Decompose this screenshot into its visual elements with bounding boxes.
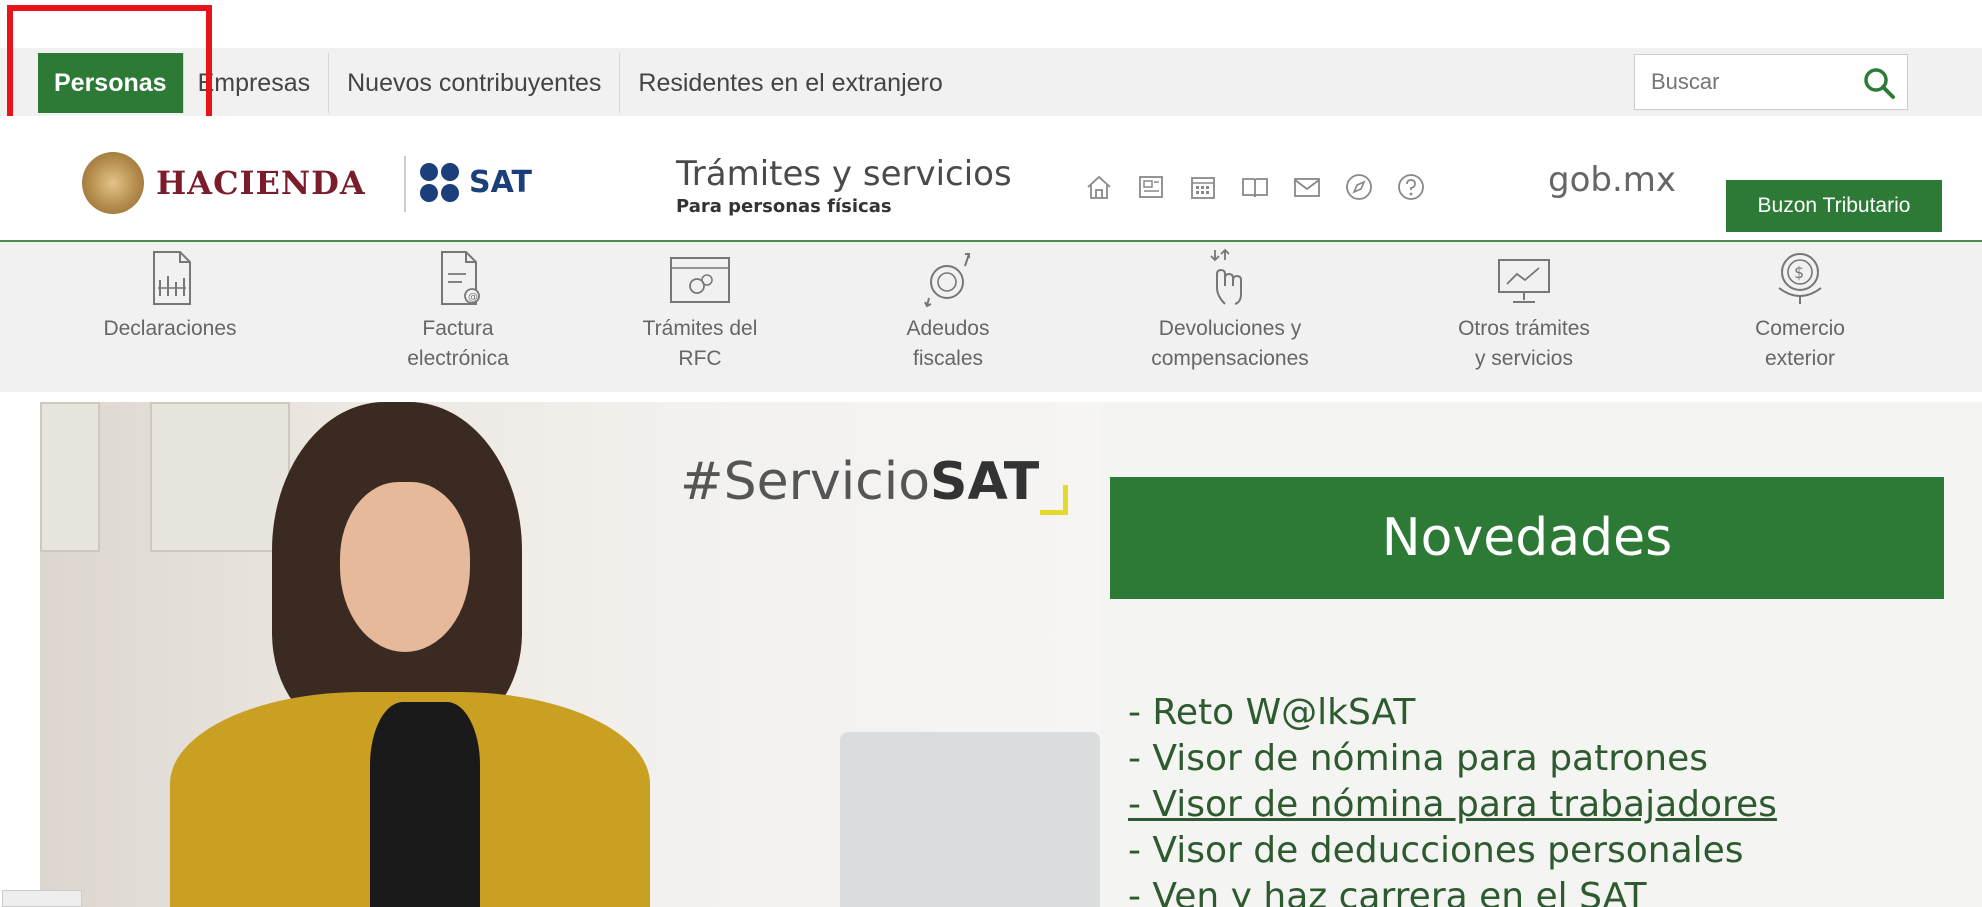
list-item-visor-deducciones[interactable]: - Visor de deducciones personales — [1128, 828, 1777, 874]
category-label: Declaraciones — [103, 317, 237, 340]
site-header: HACIENDA SAT Trámites y servicios Para p… — [0, 116, 1982, 242]
adeudos-icon — [924, 253, 970, 308]
laptop-image — [840, 732, 1100, 907]
calendar-icon[interactable] — [1188, 172, 1218, 202]
svg-text:@: @ — [468, 292, 478, 303]
otros-tramites-icon — [1498, 259, 1550, 303]
declaraciones-icon — [153, 251, 191, 305]
tab-nuevos-contribuyentes[interactable]: Nuevos contribuyentes — [329, 53, 621, 113]
search-input[interactable] — [1635, 55, 1845, 109]
sat-dots-icon — [420, 162, 459, 202]
logo-divider — [404, 156, 406, 212]
rfc-icon — [670, 257, 730, 303]
image-watermark — [2, 890, 82, 907]
svg-text:$: $ — [1794, 263, 1804, 282]
tab-residentes-extranjero[interactable]: Residentes en el extranjero — [620, 53, 960, 113]
search-box — [1634, 54, 1908, 110]
category-adeudos-fiscales[interactable]: Adeudos fiscales — [848, 242, 1048, 392]
hashtag-bold: SAT — [930, 452, 1040, 512]
list-item-carrera-sat[interactable]: - Ven y haz carrera en el SAT — [1128, 874, 1777, 907]
page-title: Trámites y servicios — [676, 154, 1012, 194]
list-item-reto-walksat[interactable]: - Reto W@lkSAT — [1128, 690, 1777, 736]
sat-logo[interactable]: SAT — [420, 152, 620, 212]
page-subtitle: Para personas físicas — [676, 196, 892, 217]
category-label: Adeudos fiscales — [906, 317, 990, 370]
novedades-banner: Novedades — [1110, 477, 1944, 599]
document-icon[interactable] — [1136, 172, 1166, 202]
hashtag-servicio-sat: #ServicioSAT — [680, 452, 1039, 512]
mail-icon[interactable] — [1292, 172, 1322, 202]
factura-icon: @ — [441, 251, 480, 305]
hacienda-wordmark: HACIENDA — [156, 164, 366, 202]
hacienda-logo[interactable]: HACIENDA — [82, 148, 382, 218]
category-otros-tramites[interactable]: Otros trámites y servicios — [1404, 242, 1644, 392]
sat-wordmark: SAT — [469, 164, 532, 200]
hashtag-corner-accent — [1040, 485, 1068, 515]
buzon-tributario-button[interactable]: Buzon Tributario — [1726, 180, 1942, 232]
category-label: Devoluciones y compensaciones — [1151, 317, 1309, 370]
category-label: Otros trámites y servicios — [1458, 317, 1590, 370]
hashtag-prefix: #Servicio — [680, 452, 931, 512]
category-devoluciones-compensaciones[interactable]: Devoluciones y compensaciones — [1110, 242, 1350, 392]
comercio-exterior-icon: $ — [1778, 253, 1822, 304]
category-factura-electronica[interactable]: @ Factura electrónica — [358, 242, 558, 392]
home-icon[interactable] — [1084, 172, 1114, 202]
book-icon[interactable] — [1240, 172, 1270, 202]
compass-icon[interactable] — [1344, 172, 1374, 202]
list-item-visor-nomina-trabajadores[interactable]: - Visor de nómina para trabajadores — [1128, 782, 1777, 828]
category-label: Comercio exterior — [1755, 317, 1845, 370]
gob-mx-link[interactable]: gob.mx — [1548, 160, 1676, 200]
category-tramites-rfc[interactable]: Trámites del RFC — [600, 242, 800, 392]
category-label: Factura electrónica — [407, 317, 509, 370]
section-title: Trámites y servicios Para personas físic… — [676, 154, 1012, 217]
category-menu: Declaraciones @ Factura electrónica Trám… — [0, 242, 1982, 392]
search-icon[interactable] — [1861, 65, 1897, 101]
category-label: Trámites del RFC — [642, 317, 758, 370]
category-comercio-exterior[interactable]: $ Comercio exterior — [1700, 242, 1900, 392]
novedades-list: - Reto W@lkSAT - Visor de nómina para pa… — [1128, 690, 1777, 907]
help-icon[interactable] — [1396, 172, 1426, 202]
devoluciones-icon — [1210, 248, 1242, 305]
utility-icons — [1084, 172, 1448, 202]
category-declaraciones[interactable]: Declaraciones — [70, 242, 270, 392]
coat-of-arms-icon — [82, 152, 144, 214]
list-item-visor-nomina-patrones[interactable]: - Visor de nómina para patrones — [1128, 736, 1777, 782]
